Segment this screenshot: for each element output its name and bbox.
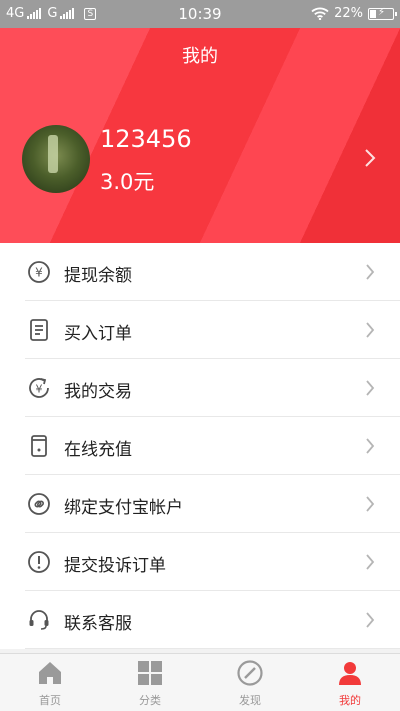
phone-icon xyxy=(31,435,47,457)
tab-home[interactable]: 首页 xyxy=(0,654,100,711)
chevron-right-icon xyxy=(366,554,375,570)
chevron-right-icon xyxy=(366,496,375,512)
page-title: 我的 xyxy=(182,46,218,67)
tab-label: 分类 xyxy=(139,694,161,707)
chevron-right-icon xyxy=(366,264,375,280)
tab-label: 我的 xyxy=(339,694,361,707)
menu-item-withdraw-balance[interactable]: ¥ 提现余额 xyxy=(25,243,400,301)
menu-item-label: 提现余额 xyxy=(64,266,132,286)
menu-item-submit-complaint[interactable]: 提交投诉订单 xyxy=(25,533,400,591)
document-icon xyxy=(30,319,48,341)
menu-item-my-trades[interactable]: ¥ 我的交易 xyxy=(25,359,400,417)
menu-list: ¥ 提现余额 买入订单 ¥ 我的交易 在线充值 绑定支付宝帐户 提交投诉订单 联… xyxy=(0,243,400,649)
headset-icon xyxy=(29,610,49,630)
menu-item-label: 在线充值 xyxy=(64,440,132,460)
menu-item-label: 提交投诉订单 xyxy=(64,556,166,576)
home-icon xyxy=(39,662,61,684)
menu-item-buy-orders[interactable]: 买入订单 xyxy=(25,301,400,359)
tab-discover[interactable]: 发现 xyxy=(200,654,300,711)
status-bar: 4G G S 10:39 22% ⚡ xyxy=(0,0,400,28)
avatar[interactable] xyxy=(22,125,90,193)
menu-item-bind-alipay[interactable]: 绑定支付宝帐户 xyxy=(25,475,400,533)
chevron-right-icon xyxy=(365,149,376,167)
menu-item-label: 绑定支付宝帐户 xyxy=(64,498,183,518)
menu-item-label: 买入订单 xyxy=(64,324,132,344)
tab-label: 发现 xyxy=(239,694,261,707)
balance: 3.0元 xyxy=(100,170,155,194)
username: 123456 xyxy=(100,125,192,153)
battery-percent: 22% xyxy=(334,6,363,21)
user-icon xyxy=(339,662,361,685)
chevron-right-icon xyxy=(366,612,375,628)
chevron-right-icon xyxy=(366,438,375,454)
tab-mine[interactable]: 我的 xyxy=(300,654,400,711)
tab-category[interactable]: 分类 xyxy=(100,654,200,711)
bottom-tab-bar: 首页 分类 发现 我的 xyxy=(0,653,400,711)
menu-item-label: 联系客服 xyxy=(64,614,132,634)
menu-item-label: 我的交易 xyxy=(64,382,132,402)
grid-icon xyxy=(138,661,162,685)
yuan-circle-icon: ¥ xyxy=(28,261,50,283)
tab-label: 首页 xyxy=(39,694,61,707)
chevron-right-icon xyxy=(366,322,375,338)
wifi-icon xyxy=(311,7,329,20)
chevron-right-icon xyxy=(366,380,375,396)
menu-item-contact-support[interactable]: 联系客服 xyxy=(25,591,400,649)
svg-text:¥: ¥ xyxy=(35,266,43,280)
profile-card[interactable]: 123456 3.0元 xyxy=(0,120,400,200)
exchange-icon: ¥ xyxy=(29,378,49,398)
menu-item-online-recharge[interactable]: 在线充值 xyxy=(25,417,400,475)
alert-icon xyxy=(28,551,50,573)
compass-icon xyxy=(237,660,263,686)
svg-text:¥: ¥ xyxy=(36,383,43,396)
profile-header: 我的 123456 3.0元 xyxy=(0,28,400,243)
battery-icon: ⚡ xyxy=(368,7,397,20)
link-icon xyxy=(28,493,50,515)
